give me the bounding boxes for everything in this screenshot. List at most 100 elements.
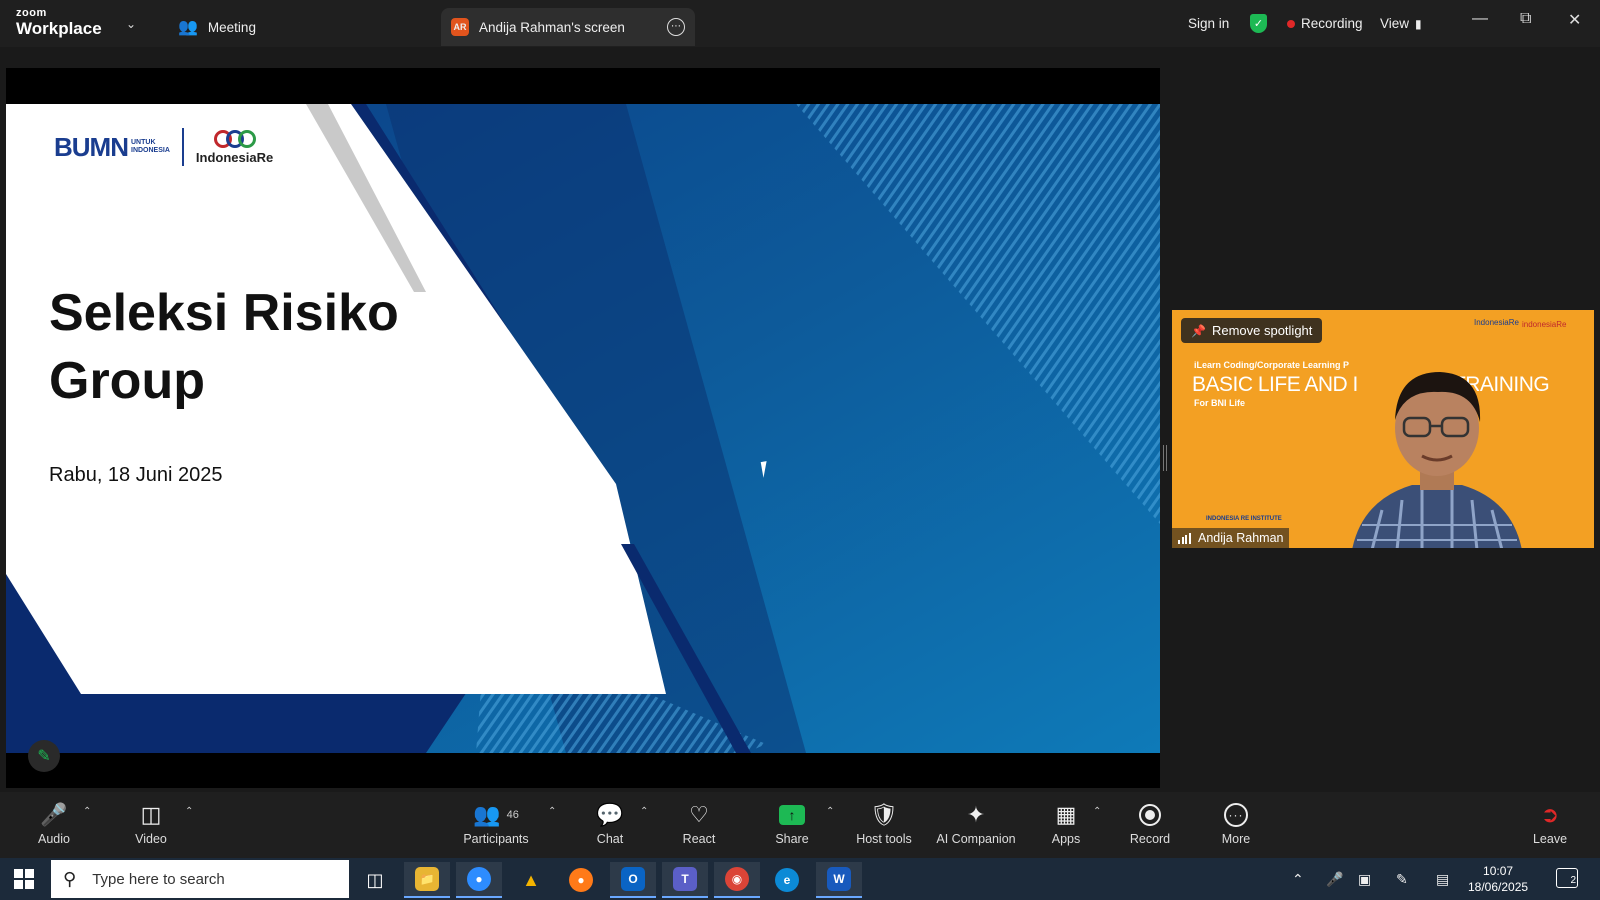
share-button[interactable]: ↑ Share: [752, 802, 832, 846]
share-options-caret-icon[interactable]: ⌃: [826, 806, 834, 817]
participant-video-tile[interactable]: IndonesiaRe indonesiaRe iLearn Coding/Co…: [1172, 310, 1594, 548]
heart-icon: ♡: [689, 802, 709, 827]
chat-label: Chat: [596, 832, 624, 846]
clock-date: 18/06/2025: [1468, 880, 1529, 894]
tile-logo-indonesiare-2: indonesiaRe: [1522, 320, 1567, 329]
more-button[interactable]: ··· More: [1196, 802, 1276, 846]
bumn-logo: BUMN: [54, 131, 129, 162]
teams-icon[interactable]: T: [662, 862, 708, 898]
chat-options-caret-icon[interactable]: ⌃: [640, 806, 648, 817]
chat-button[interactable]: 💬 Chat: [570, 802, 650, 846]
outlook-icon[interactable]: O: [610, 862, 656, 898]
sign-in-link[interactable]: Sign in: [1188, 0, 1229, 47]
leave-button[interactable]: ➲ Leave: [1510, 802, 1590, 846]
microphone-tray-icon[interactable]: 🎤: [1326, 858, 1343, 900]
view-button[interactable]: View ▮: [1380, 0, 1422, 47]
record-icon: [1139, 802, 1161, 828]
tab-meeting[interactable]: 👥 Meeting: [178, 8, 256, 46]
notification-count: 2: [1570, 875, 1576, 886]
audio-options-caret-icon[interactable]: ⌃: [83, 806, 91, 817]
record-button[interactable]: Record: [1110, 802, 1190, 846]
remove-spotlight-button[interactable]: 📌 Remove spotlight: [1181, 318, 1323, 343]
more-options-icon[interactable]: ⋯: [667, 18, 685, 36]
notification-center-icon[interactable]: 2: [1556, 868, 1578, 888]
close-icon[interactable]: ✕: [1568, 10, 1581, 30]
windows-start-icon[interactable]: [14, 869, 34, 889]
task-view-icon[interactable]: ◫: [352, 862, 398, 898]
firefox-icon[interactable]: ●: [558, 862, 604, 898]
more-dots-icon: ···: [1224, 802, 1248, 828]
pen-tray-icon[interactable]: ✎: [1396, 858, 1408, 900]
chevron-down-icon[interactable]: ⌄: [126, 17, 136, 31]
ai-companion-button[interactable]: ✦ AI Companion: [926, 802, 1026, 846]
logo-small-text: zoom: [16, 7, 47, 19]
slide-logo: BUMN UNTUK INDONESIA IndonesiaRe: [54, 128, 273, 166]
recording-label: Recording: [1301, 16, 1363, 31]
word-icon[interactable]: W: [816, 862, 862, 898]
audio-button[interactable]: 🎤 Audio: [14, 802, 94, 846]
signal-strength-icon: [1178, 532, 1192, 544]
participants-count: 46: [506, 809, 519, 821]
apps-grid-icon: ▦: [1055, 802, 1077, 827]
windows-taskbar: ⚲ Type here to search ◫ 📁 ● ▲ ● O T ◉ e …: [0, 858, 1600, 900]
recording-indicator[interactable]: Recording: [1287, 0, 1363, 47]
taskbar-search-input[interactable]: ⚲ Type here to search: [51, 860, 349, 898]
rings-icon: [213, 129, 256, 148]
slide-background-graphic: [6, 104, 1160, 753]
tab-shared-screen[interactable]: AR Andija Rahman's screen ⋯: [441, 8, 695, 46]
search-icon: ⚲: [63, 868, 77, 889]
remove-spotlight-label: Remove spotlight: [1211, 323, 1313, 338]
video-button[interactable]: ◫ Video: [111, 802, 191, 846]
participants-button[interactable]: 👥 46 Participants: [456, 802, 536, 846]
host-tools-button[interactable]: 🛡 Host tools: [844, 802, 924, 846]
display-tray-icon[interactable]: ▣: [1358, 858, 1371, 900]
view-layout-icon: ▮: [1415, 16, 1422, 31]
zoom-app-icon[interactable]: ●: [456, 862, 502, 898]
meeting-toolbar: 🎤 Audio ⌃ ◫ Video ⌃ 👥 46 Participants ⌃ 💬…: [0, 792, 1600, 858]
search-placeholder: Type here to search: [92, 870, 225, 888]
tray-overflow-icon[interactable]: ⌃: [1292, 858, 1304, 900]
tab-meeting-label: Meeting: [207, 19, 256, 35]
file-explorer-icon[interactable]: 📁: [404, 862, 450, 898]
restore-icon[interactable]: ⧉: [1520, 10, 1531, 28]
slide-title-line2: Group: [49, 352, 205, 410]
host-shield-icon: 🛡: [870, 802, 898, 827]
react-button[interactable]: ♡ React: [659, 802, 739, 846]
video-label: Video: [135, 832, 167, 846]
audio-label: Audio: [38, 832, 70, 846]
virtual-bg-subtitle: iLearn Coding/Corporate Learning P: [1194, 360, 1350, 370]
recording-dot-icon: [1287, 19, 1295, 28]
participants-icon: 👥 46: [473, 802, 519, 827]
share-label: Share: [775, 832, 809, 846]
security-shield-icon[interactable]: ✓: [1250, 14, 1267, 33]
chrome-icon[interactable]: ◉: [714, 862, 760, 898]
panel-resize-handle[interactable]: [1163, 445, 1167, 471]
host-tools-label: Host tools: [856, 832, 912, 846]
video-camera-icon: ◫: [140, 802, 162, 827]
view-label: View: [1380, 16, 1410, 31]
keyboard-tray-icon[interactable]: ▤: [1436, 858, 1449, 900]
slide-title: Seleksi Risiko Group: [49, 279, 399, 415]
minimize-icon[interactable]: —: [1472, 10, 1488, 28]
logo-big-text: Workplace: [16, 19, 102, 38]
annotate-pencil-icon[interactable]: ✎: [28, 740, 60, 772]
leave-door-icon: ➲: [1540, 802, 1560, 827]
apps-options-caret-icon[interactable]: ⌃: [1093, 806, 1101, 817]
edge-icon[interactable]: e: [764, 862, 810, 898]
participant-name: Andija Rahman: [1198, 531, 1284, 545]
participants-options-caret-icon[interactable]: ⌃: [548, 806, 556, 817]
bumn-logo-sub: UNTUK INDONESIA: [131, 139, 170, 154]
record-label: Record: [1129, 832, 1171, 846]
taskbar-clock[interactable]: 10:07 18/06/2025: [1468, 863, 1528, 895]
slide-date: Rabu, 18 Juni 2025: [49, 464, 223, 486]
zoom-workplace-logo[interactable]: zoom Workplace: [16, 7, 102, 38]
tile-logo-indonesiare: IndonesiaRe: [1474, 318, 1519, 327]
logo-divider: [181, 128, 184, 166]
indonesiare-logo: IndonesiaRe: [196, 129, 273, 165]
participants-label: Participants: [463, 832, 529, 846]
shared-slide[interactable]: BUMN UNTUK INDONESIA IndonesiaRe Seleksi …: [6, 104, 1160, 753]
virtual-bg-institute: INDONESIA RE INSTITUTE: [1206, 516, 1282, 522]
video-options-caret-icon[interactable]: ⌃: [185, 806, 193, 817]
google-drive-icon[interactable]: ▲: [508, 862, 554, 898]
ai-companion-label: AI Companion: [936, 832, 1016, 846]
